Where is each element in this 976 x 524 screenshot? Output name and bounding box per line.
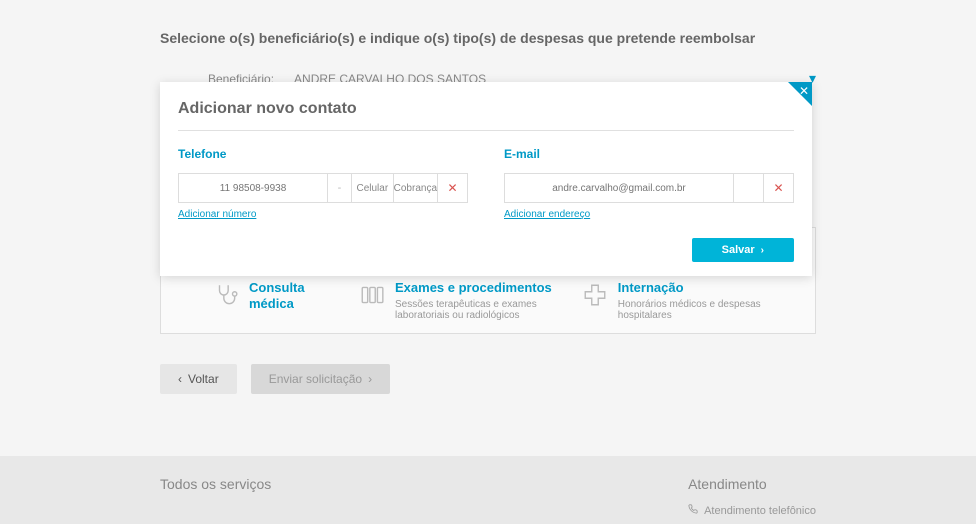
footer-support-link-label: Atendimento telefônico <box>704 505 816 517</box>
expense-type-consulta[interactable]: Consulta médica <box>213 280 329 321</box>
lab-icon <box>359 282 385 313</box>
phone-sep: - <box>327 174 351 202</box>
footer: Todos os serviços Atendimento Atendiment… <box>0 456 976 524</box>
back-button[interactable]: ‹ Voltar <box>160 364 237 394</box>
expense-types: Consulta médica Exames e procedimentos S… <box>177 280 799 321</box>
add-phone-link[interactable]: Adicionar número <box>178 209 256 220</box>
email-input[interactable] <box>505 174 733 202</box>
modal-title: Adicionar novo contato <box>178 100 794 118</box>
expense-type-title: Internação <box>618 280 768 296</box>
phone-icon <box>688 504 698 517</box>
add-email-link[interactable]: Adicionar endereço <box>504 209 590 220</box>
email-column: E-mail ✕ Adicionar endereço <box>504 147 794 222</box>
footer-support-title: Atendimento <box>688 476 816 492</box>
footer-support-link[interactable]: Atendimento telefônico <box>688 504 816 517</box>
chevron-right-icon: › <box>368 372 372 386</box>
expense-type-title: Exames e procedimentos <box>395 280 552 296</box>
expense-type-desc: Sessões terapêuticas e exames laboratori… <box>395 299 545 321</box>
modal-actions: Salvar › <box>178 238 794 262</box>
expense-type-internacao[interactable]: Internação Honorários médicos e despesas… <box>582 280 768 321</box>
phone-type-select[interactable]: Celular <box>351 174 393 202</box>
phone-column: Telefone - Celular Cobrança ✕ Adicionar … <box>178 147 468 222</box>
chevron-left-icon: ‹ <box>178 372 182 386</box>
back-label: Voltar <box>188 372 219 386</box>
divider <box>178 130 794 131</box>
footer-services-title: Todos os serviços <box>160 476 271 492</box>
phone-number-input[interactable] <box>179 174 327 202</box>
expense-type-exames[interactable]: Exames e procedimentos Sessões terapêuti… <box>359 280 552 321</box>
remove-phone-icon[interactable]: ✕ <box>437 174 467 202</box>
email-sep <box>733 174 763 202</box>
phone-field-row: - Celular Cobrança ✕ <box>178 173 468 203</box>
modal-columns: Telefone - Celular Cobrança ✕ Adicionar … <box>178 147 794 222</box>
add-contact-modal: ✕ Adicionar novo contato Telefone - Celu… <box>160 82 812 276</box>
stethoscope-icon <box>213 282 239 313</box>
page-actions: ‹ Voltar Enviar solicitação › <box>160 364 816 394</box>
close-icon[interactable]: ✕ <box>799 84 809 98</box>
expense-type-desc: Honorários médicos e despesas hospitalar… <box>618 299 768 321</box>
save-label: Salvar <box>722 244 755 256</box>
phone-charge-select[interactable]: Cobrança <box>393 174 437 202</box>
expense-type-title: Consulta médica <box>249 280 329 311</box>
submit-button[interactable]: Enviar solicitação › <box>251 364 390 394</box>
email-heading: E-mail <box>504 147 794 161</box>
page-heading: Selecione o(s) beneficiário(s) e indique… <box>160 30 816 46</box>
hospital-cross-icon <box>582 282 608 313</box>
chevron-right-icon: › <box>761 245 764 256</box>
save-button[interactable]: Salvar › <box>692 238 794 262</box>
remove-email-icon[interactable]: ✕ <box>763 174 793 202</box>
email-field-row: ✕ <box>504 173 794 203</box>
phone-heading: Telefone <box>178 147 468 161</box>
submit-label: Enviar solicitação <box>269 372 362 386</box>
